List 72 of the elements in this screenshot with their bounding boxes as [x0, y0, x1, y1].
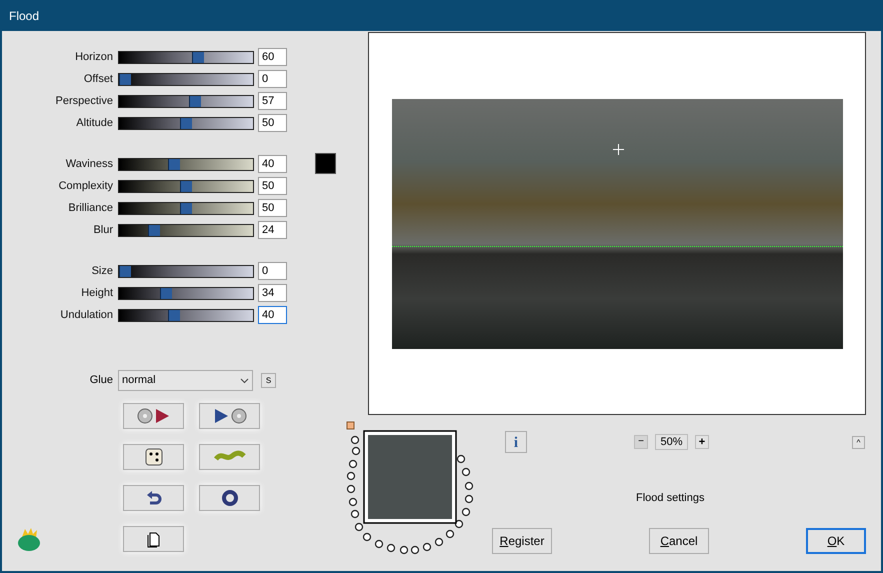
value-field[interactable]: 50	[258, 199, 287, 217]
value-field[interactable]: 34	[258, 284, 287, 302]
slider-label: Undulation	[59, 308, 114, 323]
color-swatch[interactable]	[315, 153, 336, 174]
slider-thumb[interactable]	[168, 310, 180, 320]
slider-thumb[interactable]	[119, 266, 131, 276]
slider-label: Waviness	[64, 156, 114, 172]
undo-icon	[146, 489, 162, 507]
crosshair-icon	[612, 144, 624, 154]
value-field[interactable]: 60	[258, 48, 287, 66]
value-field[interactable]: 24	[258, 221, 287, 239]
disc-arrow-icon	[136, 408, 170, 424]
info-button[interactable]: i	[505, 431, 527, 453]
slider-thumb[interactable]	[192, 52, 204, 62]
slider-label: Complexity	[58, 178, 114, 194]
value-field[interactable]: 57	[258, 92, 287, 110]
pages-icon	[146, 530, 162, 548]
zoom-level: 50%	[655, 434, 688, 450]
slider-track[interactable]	[118, 286, 254, 300]
slider-track[interactable]	[118, 180, 254, 192]
slider-track[interactable]	[118, 116, 254, 130]
slider-thumb[interactable]	[180, 202, 192, 214]
slider-thumb[interactable]	[168, 158, 180, 170]
slider-label: Blur	[92, 222, 114, 238]
ring-icon	[220, 489, 238, 507]
status-text: Flood settings	[636, 491, 706, 506]
s-button[interactable]: S	[261, 373, 276, 388]
slider-label: Perspective	[54, 94, 114, 109]
slider-track[interactable]	[118, 202, 254, 214]
value-field[interactable]: 50	[258, 177, 287, 195]
arrow-to-disc-button[interactable]	[199, 403, 260, 429]
zoom-out-button[interactable]: −	[634, 435, 648, 449]
value-field[interactable]: 50	[258, 114, 287, 132]
reset-button[interactable]	[199, 485, 260, 511]
slider-track[interactable]	[118, 264, 254, 278]
window-title: Flood	[9, 8, 40, 24]
slider-thumb[interactable]	[180, 118, 192, 128]
slider-track[interactable]	[118, 94, 254, 108]
slider-track[interactable]	[118, 158, 254, 170]
value-field[interactable]: 0	[258, 262, 287, 280]
dialog-button[interactable]: OK	[806, 528, 866, 554]
slider-thumb[interactable]	[119, 74, 131, 84]
arrow-disc-icon	[212, 408, 246, 424]
slider-label: Brilliance	[67, 200, 114, 216]
dialog-button[interactable]: Register	[492, 528, 552, 554]
slider-thumb[interactable]	[148, 224, 160, 236]
slider-track[interactable]	[118, 72, 254, 86]
slider-track[interactable]	[118, 308, 254, 322]
dice-icon	[144, 447, 164, 467]
glue-dropdown[interactable]: normal	[118, 370, 253, 391]
disc-to-arrow-button[interactable]	[123, 403, 184, 429]
copy-button[interactable]	[123, 526, 184, 552]
slider-label: Altitude	[75, 116, 114, 131]
collapse-button[interactable]: ^	[852, 436, 865, 448]
slider-track[interactable]	[118, 224, 254, 236]
glue-label: Glue	[88, 373, 114, 388]
dialog-button[interactable]: Cancel	[649, 528, 709, 554]
value-field[interactable]: 40	[258, 155, 287, 173]
value-field[interactable]: 0	[258, 70, 287, 88]
value-field[interactable]: 40	[258, 306, 287, 324]
random-button[interactable]	[123, 444, 184, 470]
slider-thumb[interactable]	[160, 288, 172, 298]
zoom-in-button[interactable]: +	[695, 435, 709, 449]
slider-label: Horizon	[74, 50, 114, 65]
slider-thumb[interactable]	[188, 96, 201, 106]
slider-label: Size	[90, 264, 114, 279]
slider-label: Offset	[82, 72, 114, 87]
chevron-down-icon	[240, 378, 249, 384]
undo-button[interactable]	[123, 485, 184, 511]
slider-label: Height	[80, 286, 114, 301]
slider-thumb[interactable]	[180, 180, 192, 192]
slider-track[interactable]	[118, 50, 254, 64]
